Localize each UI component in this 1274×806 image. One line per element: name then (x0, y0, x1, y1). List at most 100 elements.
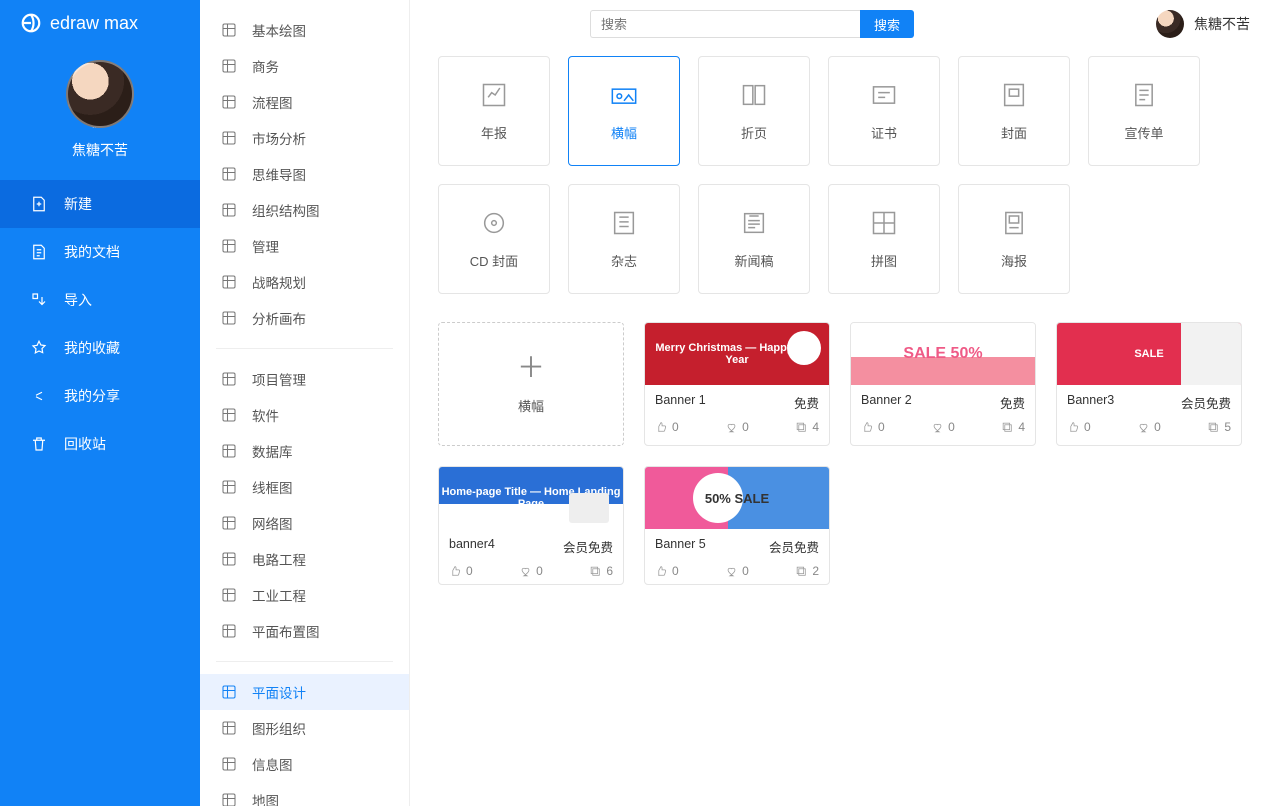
graphic-icon (220, 683, 238, 701)
stat-likes[interactable]: 0 (449, 564, 473, 578)
category-label: 思维导图 (252, 164, 306, 184)
market-icon (220, 129, 238, 147)
category-item-biz[interactable]: 商务 (200, 48, 409, 84)
template-card[interactable]: SALE 50% Banner 2 免费 0 0 4 (850, 322, 1036, 446)
type-card-cover[interactable]: 封面 (958, 56, 1070, 166)
stat-copies[interactable]: 6 (589, 564, 613, 578)
category-label: 网络图 (252, 513, 293, 533)
stat-favs[interactable]: 0 (1137, 420, 1161, 434)
category-item-proj[interactable]: 项目管理 (200, 361, 409, 397)
type-card-magazine[interactable]: 杂志 (568, 184, 680, 294)
stat-copies[interactable]: 5 (1207, 420, 1231, 434)
stat-copies[interactable]: 4 (795, 420, 819, 434)
type-card-news[interactable]: 新闻稿 (698, 184, 810, 294)
thumbs-up-icon (1067, 421, 1080, 434)
stat-likes[interactable]: 0 (655, 420, 679, 434)
category-item-sw[interactable]: 软件 (200, 397, 409, 433)
nav-item-import[interactable]: 导入 (0, 276, 200, 324)
nav-item-share[interactable]: 我的分享 (0, 372, 200, 420)
nav-item-fav[interactable]: 我的收藏 (0, 324, 200, 372)
stat-favs[interactable]: 0 (725, 420, 749, 434)
category-item-floor[interactable]: 平面布置图 (200, 613, 409, 649)
shapeorg-icon (220, 719, 238, 737)
type-label: 海报 (1001, 251, 1027, 270)
category-item-info[interactable]: 信息图 (200, 746, 409, 782)
mind-icon (220, 165, 238, 183)
content-scroll: 年报横幅折页证书封面宣传单CD 封面杂志新闻稿拼图海报 ＋横幅 Merry Ch… (410, 48, 1274, 806)
category-item-mgmt[interactable]: 管理 (200, 228, 409, 264)
type-card-cdcover[interactable]: CD 封面 (438, 184, 550, 294)
stat-likes[interactable]: 0 (1067, 420, 1091, 434)
category-label: 信息图 (252, 754, 293, 774)
category-label: 商务 (252, 56, 279, 76)
type-card-flyer[interactable]: 宣传单 (1088, 56, 1200, 166)
type-label: 宣传单 (1124, 123, 1163, 142)
new-card-label: 横幅 (518, 396, 544, 415)
nav-item-trash[interactable]: 回收站 (0, 420, 200, 468)
circuit-icon (220, 550, 238, 568)
template-thumbnail: SALE 50% (851, 323, 1035, 385)
category-item-wire[interactable]: 线框图 (200, 469, 409, 505)
template-card[interactable]: 50% SALE Banner 5 会员免费 0 0 2 (644, 466, 830, 585)
avatar-small (1156, 10, 1184, 38)
new-template-card[interactable]: ＋横幅 (438, 322, 624, 446)
type-card-fold[interactable]: 折页 (698, 56, 810, 166)
nav-label: 导入 (64, 290, 92, 310)
main-area: 搜索 焦糖不苦 年报横幅折页证书封面宣传单CD 封面杂志新闻稿拼图海报 ＋横幅 … (410, 0, 1274, 806)
category-item-canvas[interactable]: 分析画布 (200, 300, 409, 336)
template-card[interactable]: Merry Christmas — Happy New Year Banner … (644, 322, 830, 446)
stat-favs[interactable]: 0 (519, 564, 543, 578)
stat-favs[interactable]: 0 (931, 420, 955, 434)
template-gallery: ＋横幅 Merry Christmas — Happy New Year Ban… (438, 322, 1246, 585)
category-item-shapeorg[interactable]: 图形组织 (200, 710, 409, 746)
thumbs-up-icon (655, 565, 668, 578)
category-item-strategy[interactable]: 战略规划 (200, 264, 409, 300)
avatar[interactable] (66, 60, 134, 128)
template-thumbnail: 50% SALE (645, 467, 829, 529)
type-label: 新闻稿 (734, 251, 773, 270)
category-item-market[interactable]: 市场分析 (200, 120, 409, 156)
category-item-db[interactable]: 数据库 (200, 433, 409, 469)
category-label: 地图 (252, 790, 279, 806)
type-card-cert[interactable]: 证书 (828, 56, 940, 166)
type-card-banner[interactable]: 横幅 (568, 56, 680, 166)
cover-icon (997, 81, 1031, 109)
template-card[interactable]: Home-page Title — Home Landing Page bann… (438, 466, 624, 585)
topbar-user[interactable]: 焦糖不苦 (1156, 10, 1250, 38)
category-item-graphic[interactable]: 平面设计 (200, 674, 409, 710)
brand-logo[interactable]: edraw max (0, 0, 200, 46)
stat-likes[interactable]: 0 (861, 420, 885, 434)
stat-copies[interactable]: 2 (795, 564, 819, 578)
category-item-net[interactable]: 网络图 (200, 505, 409, 541)
category-item-circuit[interactable]: 电路工程 (200, 541, 409, 577)
category-label: 基本绘图 (252, 20, 306, 40)
category-item-map[interactable]: 地图 (200, 782, 409, 806)
category-item-mind[interactable]: 思维导图 (200, 156, 409, 192)
copy-icon (1207, 421, 1220, 434)
search-button[interactable]: 搜索 (860, 10, 914, 38)
category-item-indus[interactable]: 工业工程 (200, 577, 409, 613)
category-item-basic[interactable]: 基本绘图 (200, 12, 409, 48)
template-card[interactable]: SALE Banner3 会员免费 0 0 5 (1056, 322, 1242, 446)
category-item-flow[interactable]: 流程图 (200, 84, 409, 120)
category-item-org[interactable]: 组织结构图 (200, 192, 409, 228)
category-label: 市场分析 (252, 128, 306, 148)
nav-label: 我的文档 (64, 242, 120, 262)
category-label: 软件 (252, 405, 279, 425)
stat-copies[interactable]: 4 (1001, 420, 1025, 434)
topbar: 搜索 焦糖不苦 (410, 0, 1274, 48)
search-input[interactable] (590, 10, 860, 38)
type-label: 拼图 (871, 251, 897, 270)
db-icon (220, 442, 238, 460)
heart-icon (725, 421, 738, 434)
category-label: 平面设计 (252, 682, 306, 702)
type-card-poster[interactable]: 海报 (958, 184, 1070, 294)
type-card-annual[interactable]: 年报 (438, 56, 550, 166)
category-label: 图形组织 (252, 718, 306, 738)
stat-favs[interactable]: 0 (725, 564, 749, 578)
nav-item-new[interactable]: 新建 (0, 180, 200, 228)
type-card-collage[interactable]: 拼图 (828, 184, 940, 294)
stat-likes[interactable]: 0 (655, 564, 679, 578)
profile-block: 焦糖不苦 (0, 46, 200, 180)
nav-item-docs[interactable]: 我的文档 (0, 228, 200, 276)
